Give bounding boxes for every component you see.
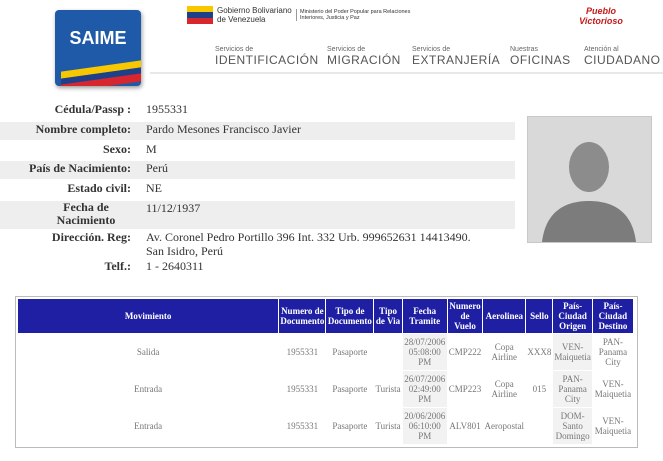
cell-destino: PAN-Panama City <box>598 337 628 367</box>
movements-table: Movimiento Numero de Documento Tipo de D… <box>17 298 634 445</box>
row-cedula: Cédula/Passp : 1955331 <box>0 102 515 120</box>
saime-logo[interactable]: SAIME <box>55 10 141 86</box>
cell-tipo-documento: Pasaporte <box>332 384 368 394</box>
cell-tipo-documento: Pasaporte <box>332 421 368 431</box>
fecha-label: Fecha de Nacimiento <box>56 200 116 227</box>
cell-destino: VEN-Maiquetia <box>594 416 632 436</box>
cell-numero-documento: 1955331 <box>286 347 319 357</box>
cedula-label: Cédula/Passp : <box>54 102 131 116</box>
cell-origen: DOM-Santo Domingo <box>553 408 592 444</box>
site-header: SAIME Gobierno Bolivariano de Venezuela … <box>0 0 663 92</box>
cedula-value: 1955331 <box>146 102 188 116</box>
col-tipo-documento: Tipo de Documento <box>326 299 374 333</box>
gov-ministry: Ministerio del Poder Popular para Relaci… <box>296 9 420 21</box>
cell-origen: VEN-Maiquetia <box>553 334 592 370</box>
cell-movimiento: Entrada <box>134 421 163 431</box>
telf-value: 1 - 2640311 <box>146 259 204 273</box>
direccion-line2: San Isidro, Perú <box>146 244 223 258</box>
table-row: Entrada 1955331 Pasaporte Turista 26/07/… <box>18 371 633 407</box>
col-origen: País-Ciudad Origen <box>553 299 592 333</box>
direccion-label: Dirección. Reg: <box>51 230 131 244</box>
col-fecha-tramite: Fecha Tramite <box>402 299 447 333</box>
cell-tipo-via: Turista <box>375 421 401 431</box>
cell-sello <box>526 408 552 444</box>
pueblo-text: Pueblo Victorioso <box>579 6 623 26</box>
estado-label: Estado civil: <box>67 181 131 195</box>
cell-numero-documento: 1955331 <box>286 421 319 431</box>
cell-numero-vuelo: CMP223 <box>448 384 482 394</box>
cell-movimiento: Salida <box>136 347 160 357</box>
cell-tipo-via <box>374 334 401 370</box>
government-banner: Gobierno Bolivariano de Venezuela Minist… <box>187 4 420 26</box>
cell-destino: VEN-Maiquetia <box>594 379 632 399</box>
nav-ciudadano[interactable]: Atención al CIUDADANO <box>584 46 661 70</box>
col-destino: País-Ciudad Destino <box>592 299 633 333</box>
estado-value: NE <box>146 181 162 195</box>
col-tipo-via: Tipo de Via <box>374 299 402 333</box>
sexo-value: M <box>146 142 157 156</box>
gov-name: Gobierno Bolivariano de Venezuela <box>217 6 293 24</box>
venezuela-flag-icon <box>187 6 213 24</box>
nav-big-label: EXTRANJERÍA <box>412 53 501 67</box>
cell-movimiento: Entrada <box>134 384 163 394</box>
row-telf: Telf.: 1 - 2640311 <box>0 259 515 277</box>
direccion-value: Av. Coronel Pedro Portillo 396 Int. 332 … <box>146 230 471 258</box>
row-nombre: Nombre completo: Pardo Mesones Francisco… <box>0 122 515 140</box>
nav-extranjeria[interactable]: Servicios de EXTRANJERÍA <box>412 46 500 70</box>
row-direccion: Dirección. Reg: Av. Coronel Pedro Portil… <box>0 230 515 260</box>
table-row: Salida 1955331 Pasaporte 28/07/2006 05:0… <box>18 334 633 370</box>
cell-aerolinea: Copa Airline <box>491 379 518 399</box>
col-aerolinea: Aerolinea <box>483 299 526 333</box>
col-numero-vuelo: Numero de Vuelo <box>447 299 483 333</box>
cell-numero-vuelo: ALV801 <box>449 421 481 431</box>
cell-aerolinea: Aeropostal <box>484 421 525 431</box>
cell-aerolinea: Copa Airline <box>491 342 518 362</box>
col-movimiento: Movimiento <box>18 299 279 333</box>
row-pais: País de Nacimiento: Perú <box>0 161 515 179</box>
row-sexo: Sexo: M <box>0 142 515 160</box>
gov-line1: Gobierno Bolivariano <box>217 6 292 15</box>
table-row: Entrada 1955331 Pasaporte Turista 20/06/… <box>18 408 633 444</box>
cell-fecha-tramite: 26/07/2006 02:49:00 PM <box>402 371 447 407</box>
nav-identificacion[interactable]: Servicios de IDENTIFICACIÓN <box>215 46 319 70</box>
nav-migracion[interactable]: Servicios de MIGRACIÓN <box>327 46 401 70</box>
row-fecha: Fecha de Nacimiento 11/12/1937 <box>0 201 515 229</box>
cell-tipo-documento: Pasaporte <box>332 347 368 357</box>
cell-numero-documento: 1955331 <box>286 384 319 394</box>
cell-sello: 015 <box>532 384 547 394</box>
nav-divider <box>150 72 663 74</box>
nav-big-label: OFICINAS <box>510 53 571 67</box>
person-photo <box>527 116 652 243</box>
row-estado: Estado civil: NE <box>0 181 515 199</box>
nombre-label: Nombre completo: <box>35 122 131 136</box>
telf-label: Telf.: <box>104 259 131 273</box>
table-header-row: Movimiento Numero de Documento Tipo de D… <box>18 299 633 333</box>
sexo-label: Sexo: <box>103 142 131 156</box>
pais-label: País de Nacimiento: <box>29 161 131 175</box>
col-sello: Sello <box>526 299 553 333</box>
nav-oficinas[interactable]: Nuestras OFICINAS <box>510 46 571 70</box>
col-numero-documento: Numero de Documento <box>279 299 326 333</box>
cell-origen: PAN-Panama City <box>553 371 592 407</box>
nav-big-label: IDENTIFICACIÓN <box>215 53 319 67</box>
direccion-line1: Av. Coronel Pedro Portillo 396 Int. 332 … <box>146 230 471 244</box>
cell-tipo-via: Turista <box>375 384 401 394</box>
nav-big-label: MIGRACIÓN <box>327 53 401 67</box>
nav-big-label: CIUDADANO <box>584 53 661 67</box>
fecha-value: 11/12/1937 <box>146 201 201 215</box>
cell-numero-vuelo: CMP222 <box>448 347 482 357</box>
cell-fecha-tramite: 28/07/2006 05:08:00 PM <box>402 334 447 370</box>
pueblo-victorioso-logo: Pueblo Victorioso <box>570 6 632 26</box>
person-silhouette-icon <box>528 117 651 242</box>
nombre-value: Pardo Mesones Francisco Javier <box>146 122 301 136</box>
pais-value: Perú <box>146 161 168 175</box>
cell-sello: XXX8 <box>527 347 552 357</box>
logo-text: SAIME <box>69 28 127 48</box>
cell-fecha-tramite: 20/06/2006 06:10:00 PM <box>402 408 447 444</box>
gov-line2: de Venezuela <box>217 15 266 24</box>
